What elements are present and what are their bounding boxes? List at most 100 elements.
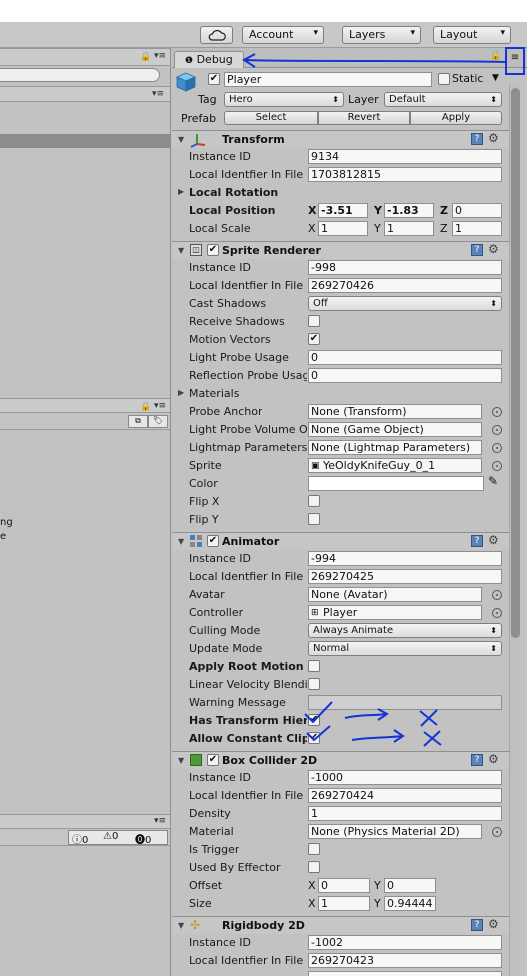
eyedropper-icon[interactable]: ✎ bbox=[488, 474, 498, 488]
selected-hierarchy-row[interactable] bbox=[0, 134, 170, 148]
warning-count-toggle[interactable]: ⚠0 bbox=[103, 831, 118, 842]
lock-icon[interactable]: 🔒 bbox=[490, 51, 501, 61]
gear-icon[interactable]: ⚙ bbox=[488, 752, 499, 766]
instance-id-field[interactable]: -1002 bbox=[308, 935, 502, 950]
gear-icon[interactable]: ⚙ bbox=[488, 917, 499, 931]
help-icon[interactable]: ? bbox=[471, 133, 483, 145]
local-rotation-label[interactable]: Local Rotation bbox=[189, 186, 278, 199]
help-icon[interactable]: ? bbox=[471, 919, 483, 931]
hierarchy-search-input[interactable] bbox=[0, 68, 160, 82]
local-identifier-field[interactable]: 269270425 bbox=[308, 569, 502, 584]
material-field[interactable]: None (Physics Material 2D) bbox=[308, 824, 482, 839]
gear-icon[interactable]: ⚙ bbox=[488, 131, 499, 145]
inspector-context-menu-button[interactable]: ≡ bbox=[508, 51, 522, 65]
object-name-field[interactable]: Player bbox=[224, 72, 432, 87]
instance-id-field[interactable]: -1000 bbox=[308, 770, 502, 785]
culling-mode-dropdown[interactable]: Always Animate ⬍ bbox=[308, 623, 502, 638]
help-icon[interactable]: ? bbox=[471, 535, 483, 547]
foldout-arrow-icon[interactable]: ▼ bbox=[178, 756, 184, 765]
instance-id-field[interactable]: -994 bbox=[308, 551, 502, 566]
reflection-probe-field[interactable]: 0 bbox=[308, 368, 502, 383]
gear-icon[interactable]: ⚙ bbox=[488, 242, 499, 256]
label-filter-icon[interactable]: ⧉ bbox=[128, 415, 148, 428]
local-identifier-field[interactable]: 1703812815 bbox=[308, 167, 502, 182]
foldout-arrow-icon[interactable]: ▼ bbox=[178, 921, 184, 930]
is-trigger-checkbox[interactable] bbox=[308, 843, 320, 855]
used-by-effector-checkbox[interactable] bbox=[308, 861, 320, 873]
size-x-field[interactable]: 1 bbox=[318, 896, 370, 911]
pane-menu-icon[interactable]: ▾≡ bbox=[154, 51, 166, 61]
foldout-arrow-icon[interactable]: ▼ bbox=[178, 537, 184, 546]
pane-menu-icon[interactable]: ▾≡ bbox=[154, 401, 166, 411]
motion-vectors-checkbox[interactable]: ✔ bbox=[308, 333, 320, 345]
update-mode-dropdown[interactable]: Normal ⬍ bbox=[308, 641, 502, 656]
tab-debug[interactable]: ❶ Debug bbox=[174, 51, 244, 68]
lock-icon[interactable]: 🔒 bbox=[140, 52, 151, 62]
avatar-field[interactable]: None (Avatar) bbox=[308, 587, 482, 602]
density-field[interactable]: 1 bbox=[308, 806, 502, 821]
error-count-toggle[interactable]: ⓿0 bbox=[135, 831, 151, 846]
foldout-arrow-icon[interactable]: ▶ bbox=[178, 187, 184, 196]
cast-shadows-dropdown[interactable]: Off ⬍ bbox=[308, 296, 502, 311]
receive-shadows-checkbox[interactable] bbox=[308, 315, 320, 327]
sprite-field[interactable]: ▣ YeOldyKnifeGuy_0_1 bbox=[308, 458, 482, 473]
layout-dropdown[interactable]: Layout ▾ bbox=[433, 26, 511, 44]
object-picker-icon[interactable] bbox=[492, 425, 502, 435]
pane-menu-icon[interactable]: ▾≡ bbox=[152, 89, 164, 99]
object-picker-icon[interactable] bbox=[492, 608, 502, 618]
layer-dropdown[interactable]: Default ⬍ bbox=[384, 92, 502, 107]
prefab-select-button[interactable]: Select bbox=[224, 111, 318, 125]
controller-field[interactable]: ⊞ Player bbox=[308, 605, 482, 620]
local-identifier-field[interactable]: 269270423 bbox=[308, 953, 502, 968]
inspector-scrollbar-thumb[interactable] bbox=[511, 88, 520, 638]
scale-x-field[interactable]: 1 bbox=[318, 221, 368, 236]
instance-id-field[interactable]: 9134 bbox=[308, 149, 502, 164]
info-count-toggle[interactable]: ⓘ0 bbox=[72, 831, 88, 846]
layers-dropdown[interactable]: Layers ▾ bbox=[342, 26, 421, 44]
static-dropdown-arrow[interactable]: ▼ bbox=[492, 73, 499, 83]
object-picker-icon[interactable] bbox=[492, 407, 502, 417]
instance-id-field[interactable]: -998 bbox=[308, 260, 502, 275]
sprite-renderer-header[interactable]: ▼ ◫ ✔ Sprite Renderer ? ⚙ bbox=[172, 241, 509, 259]
flip-x-checkbox[interactable] bbox=[308, 495, 320, 507]
materials-label[interactable]: Materials bbox=[189, 387, 239, 400]
help-icon[interactable]: ? bbox=[471, 244, 483, 256]
animator-header[interactable]: ▼ ✔ Animator ? ⚙ bbox=[172, 532, 509, 550]
local-identifier-field[interactable]: 269270424 bbox=[308, 788, 502, 803]
offset-x-field[interactable]: 0 bbox=[318, 878, 370, 893]
object-active-checkbox[interactable]: ✔ bbox=[208, 73, 220, 85]
object-picker-icon[interactable] bbox=[492, 443, 502, 453]
foldout-arrow-icon[interactable]: ▶ bbox=[178, 388, 184, 397]
help-icon[interactable]: ? bbox=[471, 754, 483, 766]
local-identifier-field[interactable]: 269270426 bbox=[308, 278, 502, 293]
light-probe-volume-field[interactable]: None (Game Object) bbox=[308, 422, 482, 437]
partial-field[interactable] bbox=[308, 971, 502, 976]
foldout-arrow-icon[interactable]: ▼ bbox=[178, 135, 184, 144]
offset-y-field[interactable]: 0 bbox=[384, 878, 436, 893]
object-picker-icon[interactable] bbox=[492, 461, 502, 471]
linear-velocity-checkbox[interactable] bbox=[308, 678, 320, 690]
apply-root-motion-checkbox[interactable] bbox=[308, 660, 320, 672]
foldout-arrow-icon[interactable]: ▼ bbox=[178, 246, 184, 255]
sprite-renderer-enabled-checkbox[interactable]: ✔ bbox=[207, 244, 219, 256]
lock-icon[interactable]: 🔒 bbox=[140, 402, 151, 412]
animator-enabled-checkbox[interactable]: ✔ bbox=[207, 535, 219, 547]
size-y-field[interactable]: 0.94444 bbox=[384, 896, 436, 911]
cloud-button[interactable] bbox=[200, 26, 233, 44]
position-z-field[interactable]: 0 bbox=[452, 203, 502, 218]
probe-anchor-field[interactable]: None (Transform) bbox=[308, 404, 482, 419]
object-picker-icon[interactable] bbox=[492, 590, 502, 600]
tag-icon[interactable]: 🏷 bbox=[148, 415, 168, 428]
box-collider-enabled-checkbox[interactable]: ✔ bbox=[207, 754, 219, 766]
has-transform-hierarchy-checkbox[interactable]: ✔ bbox=[308, 714, 320, 726]
account-dropdown[interactable]: Account ▾ bbox=[242, 26, 324, 44]
pane-menu-icon[interactable]: ▾≡ bbox=[154, 816, 166, 826]
prefab-revert-button[interactable]: Revert bbox=[318, 111, 410, 125]
tag-dropdown[interactable]: Hero ⬍ bbox=[224, 92, 344, 107]
flip-y-checkbox[interactable] bbox=[308, 513, 320, 525]
prefab-apply-button[interactable]: Apply bbox=[410, 111, 502, 125]
allow-constant-clip-checkbox[interactable]: ✔ bbox=[308, 732, 320, 744]
static-checkbox[interactable] bbox=[438, 73, 450, 85]
transform-header[interactable]: ▼ Transform ? ⚙ bbox=[172, 130, 509, 148]
position-x-field[interactable]: -3.51 bbox=[318, 203, 368, 218]
